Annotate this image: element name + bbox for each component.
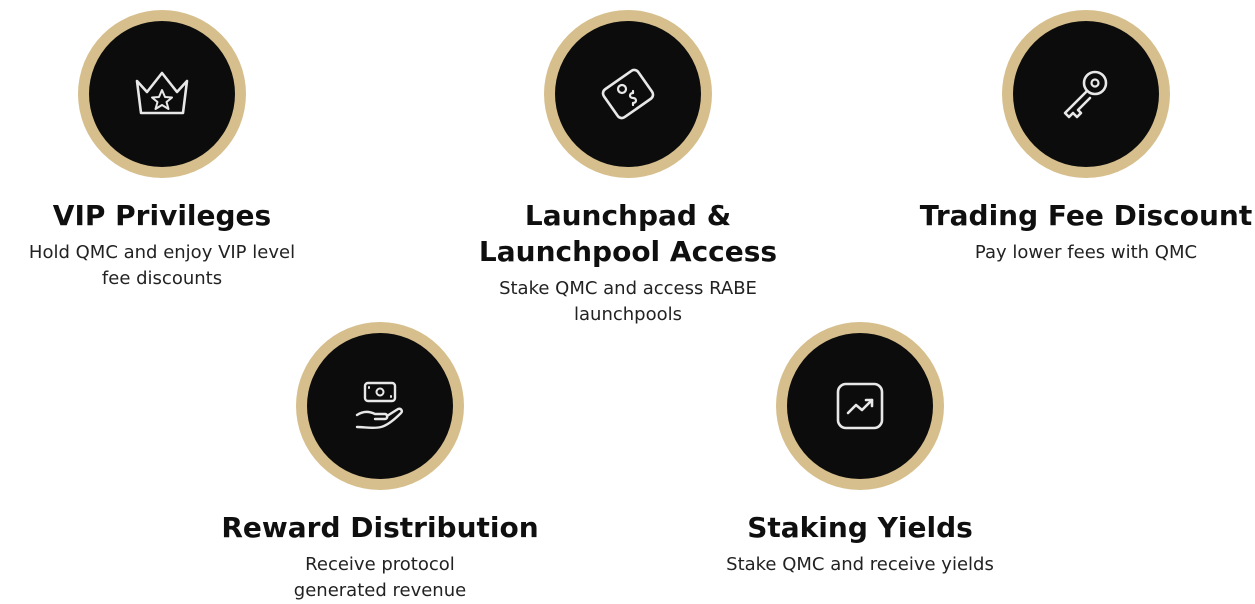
trending-chart-icon: [836, 382, 884, 430]
feature-title: Trading Fee Discount: [919, 199, 1253, 232]
feature-description: Hold QMC and enjoy VIP level fee discoun…: [28, 242, 296, 289]
hand-money-icon: [355, 381, 403, 430]
feature-title: Launchpad & Launchpool Access: [478, 199, 778, 268]
ticket-tag-icon: [601, 68, 655, 120]
icon-ring: [78, 10, 246, 178]
icon-disc: [1013, 21, 1159, 167]
feature-description: Stake QMC and access RABE launchpools: [499, 278, 757, 325]
feature-launchpad-access: Launchpad & Launchpool Access Stake QMC …: [458, 10, 798, 328]
feature-description: Pay lower fees with QMC: [974, 242, 1198, 263]
feature-vip-privileges: VIP Privileges Hold QMC and enjoy VIP le…: [0, 10, 332, 292]
icon-ring: [1002, 10, 1170, 178]
feature-title: Staking Yields: [747, 511, 973, 544]
feature-description: Stake QMC and receive yields: [726, 554, 994, 575]
feature-trading-fee-discount: Trading Fee Discount Pay lower fees with…: [916, 10, 1255, 266]
icon-ring: [544, 10, 712, 178]
icon-disc: [307, 333, 453, 479]
feature-reward-distribution: Reward Distribution Receive protocol gen…: [210, 322, 550, 604]
feature-title: VIP Privileges: [52, 199, 272, 232]
feature-staking-yields: Staking Yields Stake QMC and receive yie…: [690, 322, 1030, 578]
key-icon: [1063, 70, 1108, 119]
icon-disc: [89, 21, 235, 167]
crown-icon: [135, 71, 189, 115]
icon-ring: [296, 322, 464, 490]
feature-title: Reward Distribution: [221, 511, 539, 544]
icon-disc: [555, 21, 701, 167]
icon-ring: [776, 322, 944, 490]
icon-disc: [787, 333, 933, 479]
feature-description: Receive protocol generated revenue: [293, 554, 467, 601]
